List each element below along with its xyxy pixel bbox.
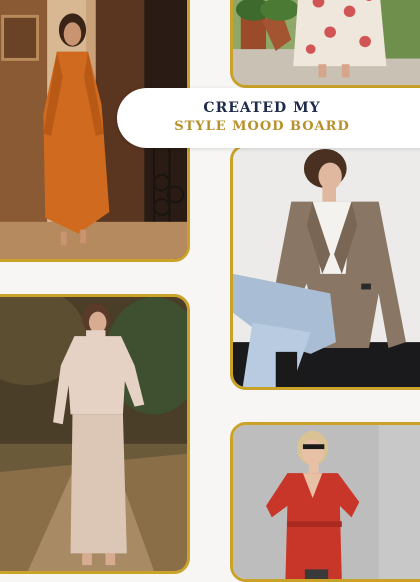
taupe-blazer-jeans-photo bbox=[230, 144, 420, 390]
cream-knit-illustration bbox=[0, 297, 187, 571]
red-wrap-dress-photo bbox=[230, 422, 420, 582]
red-wrap-dress-illustration bbox=[233, 425, 420, 579]
taupe-blazer-illustration bbox=[233, 147, 420, 387]
mood-board-title-banner: CREATED MY STYLE MOOD BOARD bbox=[117, 88, 420, 148]
floral-skirt-photo bbox=[230, 0, 420, 88]
cream-knit-set-photo bbox=[0, 294, 190, 574]
banner-title-line2: STYLE MOOD BOARD bbox=[174, 119, 350, 134]
floral-skirt-illustration bbox=[233, 0, 420, 85]
banner-title-line1: CREATED MY bbox=[203, 100, 321, 116]
